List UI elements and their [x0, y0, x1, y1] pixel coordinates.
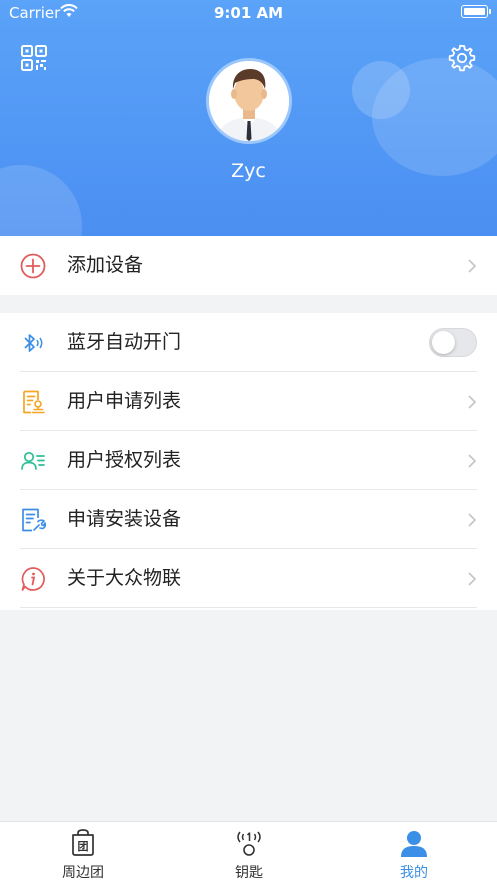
menu-item-label: 用户申请列表 — [67, 390, 182, 412]
chevron-right-icon — [468, 259, 477, 273]
bluetooth-auto-open-toggle[interactable] — [429, 328, 477, 357]
username: Zyc — [231, 160, 266, 182]
person-icon — [401, 831, 427, 857]
tab-label: 我的 — [400, 865, 428, 881]
menu-item-apply-install-device[interactable]: 申请安装设备 — [0, 490, 497, 549]
info-icon — [21, 567, 45, 591]
menu-item-bluetooth-auto-open: 蓝牙自动开门 — [0, 313, 497, 372]
status-time: 9:01 AM — [213, 4, 284, 22]
tab-label: 周边团 — [62, 865, 104, 881]
chevron-right-icon — [468, 513, 477, 527]
menu-item-label: 蓝牙自动开门 — [67, 331, 182, 353]
key-signal-icon — [237, 831, 261, 856]
tab-bar: 团 周边团 钥匙 我的 — [0, 821, 497, 883]
chevron-right-icon — [468, 572, 477, 586]
user-list-icon — [21, 451, 45, 470]
menu-group-main: 蓝牙自动开门 用户申请列表 用户授权列表 申请安装设备 关于大众物联 — [0, 313, 497, 610]
menu-item-user-applications[interactable]: 用户申请列表 — [0, 372, 497, 431]
menu-item-label: 关于大众物联 — [67, 567, 182, 589]
qr-code-icon[interactable] — [20, 44, 48, 72]
menu-item-user-authorizations[interactable]: 用户授权列表 — [0, 431, 497, 490]
svg-text:团: 团 — [78, 840, 89, 853]
chevron-right-icon — [468, 454, 477, 468]
profile-header: Carrier 9:01 AM Zyc — [0, 0, 497, 236]
chevron-right-icon — [468, 395, 477, 409]
group-bag-icon: 团 — [72, 829, 94, 856]
avatar[interactable] — [206, 58, 292, 144]
bluetooth-icon — [24, 334, 43, 352]
avatar-portrait-icon — [209, 61, 289, 141]
divider — [20, 607, 477, 608]
menu-item-label: 申请安装设备 — [67, 508, 182, 530]
gear-icon[interactable] — [448, 44, 476, 72]
menu-item-label: 添加设备 — [67, 254, 144, 276]
decor-bubble — [352, 61, 410, 119]
application-list-icon — [23, 390, 45, 414]
battery-icon — [461, 5, 491, 18]
menu-item-label: 用户授权列表 — [67, 449, 182, 471]
tab-mine[interactable]: 我的 — [331, 822, 497, 883]
install-wrench-icon — [22, 508, 46, 532]
status-bar: Carrier 9:01 AM — [0, 0, 497, 26]
menu-item-about[interactable]: 关于大众物联 — [0, 549, 497, 608]
menu-item-add-device[interactable]: 添加设备 — [0, 236, 497, 295]
tab-nearby-group[interactable]: 团 周边团 — [0, 822, 166, 883]
add-circle-icon — [20, 253, 46, 279]
tab-label: 钥匙 — [235, 865, 263, 881]
tab-keys[interactable]: 钥匙 — [166, 822, 332, 883]
menu-group-device: 添加设备 — [0, 236, 497, 295]
